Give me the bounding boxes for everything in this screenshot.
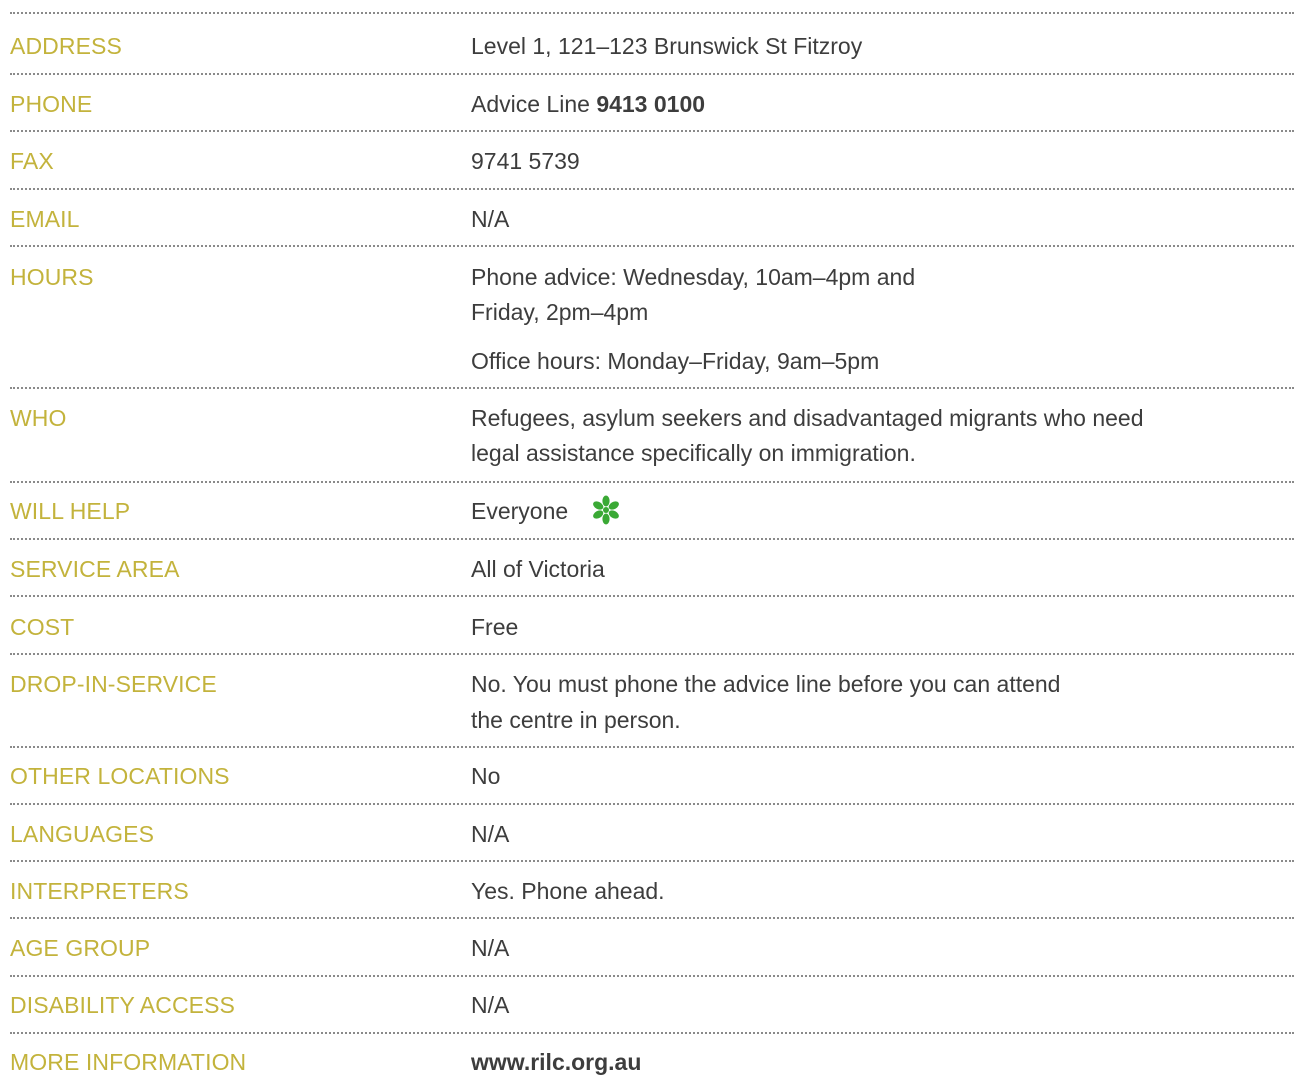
cost-label: COST [10,614,75,640]
row-divider [10,975,1294,977]
row-divider [10,130,1294,132]
who-line2: legal assistance specifically on immigra… [471,440,916,466]
disability-access-label: DISABILITY ACCESS [10,992,235,1018]
age-group-label: AGE GROUP [10,935,151,961]
flower-icon [592,495,619,525]
cost-value: Free [471,614,519,640]
phone-label: PHONE [10,91,93,117]
languages-label: LANGUAGES [10,821,155,847]
row-divider [10,595,1294,597]
drop-in-line2: the centre in person. [471,707,681,733]
website-url[interactable]: www.rilc.org.au [471,1049,641,1075]
languages-value: N/A [471,821,510,847]
other-locations-label: OTHER LOCATIONS [10,763,230,789]
other-locations-value: No [471,763,501,789]
email-value: N/A [471,206,510,232]
phone-value: Advice Line 9413 0100 [471,87,705,121]
drop-in-line1: No. You must phone the advice line befor… [471,671,1061,697]
address-label: ADDRESS [10,33,122,59]
row-divider [10,1032,1294,1034]
will-help-label: WILL HELP [10,498,131,524]
row-divider [10,803,1294,805]
hours-phone-line2: Friday, 2pm–4pm [471,299,649,325]
disability-access-value: N/A [471,992,510,1018]
row-divider [10,653,1294,655]
hours-phone-line1: Phone advice: Wednesday, 10am–4pm and [471,264,916,290]
will-help-value: Everyone [471,494,625,528]
hours-label: HOURS [10,264,94,290]
service-area-value: All of Victoria [471,556,605,582]
row-divider [10,73,1294,75]
row-divider [10,245,1294,247]
interpreters-value: Yes. Phone ahead. [471,878,665,904]
row-divider [10,860,1294,862]
hours-office: Office hours: Monday–Friday, 9am–5pm [471,348,880,374]
phone-prefix: Advice Line [471,91,597,117]
row-divider [10,538,1294,540]
row-divider [10,188,1294,190]
will-help-text: Everyone [471,498,569,524]
website-link[interactable]: www.rilc.org.au [471,1045,641,1079]
phone-number: 9413 0100 [596,91,706,117]
row-divider [10,387,1294,389]
service-info-table: ADDRESS Level 1, 121–123 Brunswick St Fi… [0,0,1294,1079]
fax-value: 9741 5739 [471,148,580,174]
interpreters-label: INTERPRETERS [10,878,189,904]
age-group-value: N/A [471,935,510,961]
email-label: EMAIL [10,206,80,232]
service-area-label: SERVICE AREA [10,556,180,582]
address-value: Level 1, 121–123 Brunswick St Fitzroy [471,33,863,59]
who-line1: Refugees, asylum seekers and disadvantag… [471,405,1144,431]
drop-in-label: DROP-IN-SERVICE [10,671,217,697]
row-divider [10,12,1294,14]
who-label: WHO [10,405,67,431]
row-divider [10,746,1294,748]
fax-label: FAX [10,148,54,174]
row-divider [10,917,1294,919]
row-divider [10,481,1294,483]
more-information-label: MORE INFORMATION [10,1049,247,1075]
